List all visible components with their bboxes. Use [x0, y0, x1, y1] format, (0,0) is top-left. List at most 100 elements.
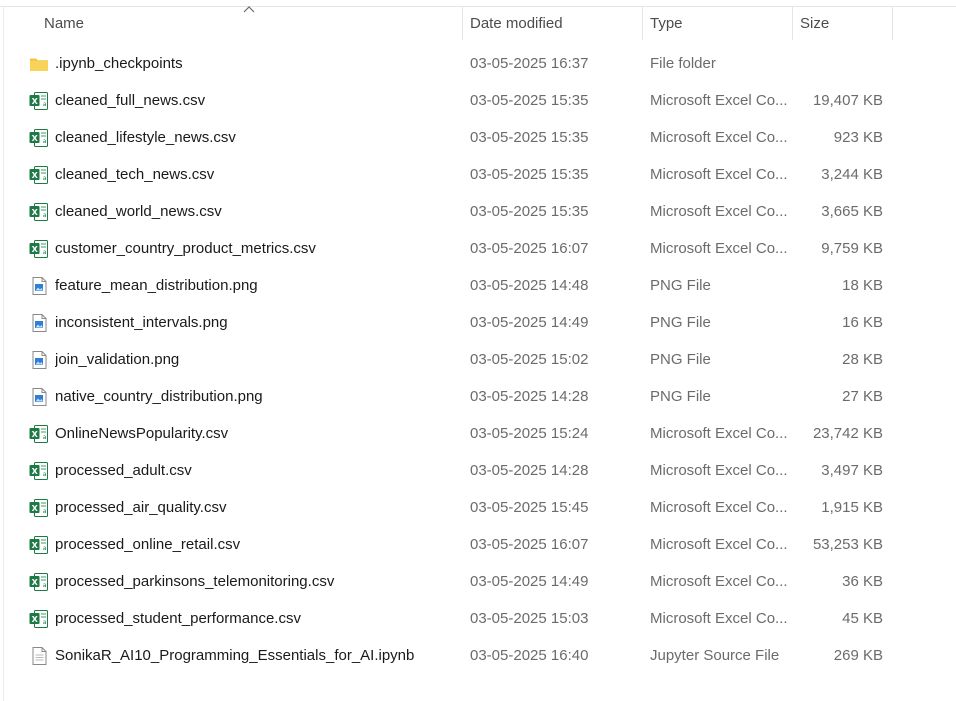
- file-date-modified: 03-05-2025 16:07: [470, 536, 589, 553]
- file-size: 45 KB: [842, 610, 883, 627]
- svg-text:X: X: [32, 134, 39, 143]
- svg-text:a: a: [43, 434, 47, 441]
- file-size: 923 KB: [833, 129, 883, 146]
- file-type: File folder: [650, 55, 716, 72]
- file-size: [795, 45, 883, 82]
- file-size: 28 KB: [842, 351, 883, 368]
- file-name: processed_student_performance.csv: [55, 610, 301, 627]
- file-type: Microsoft Excel Co...: [650, 129, 788, 146]
- file-type: Microsoft Excel Co...: [650, 203, 788, 220]
- file-date-modified: 03-05-2025 15:03: [470, 610, 589, 627]
- column-header-name[interactable]: Name: [37, 7, 463, 40]
- file-size: 53,253 KB: [812, 536, 883, 553]
- file-row[interactable]: a Xcleaned_tech_news.csv 03-05-2025 15:35 M…: [0, 156, 956, 193]
- file-row[interactable]: a X processed_parkinsons_telemonitoring.cs…: [0, 563, 956, 600]
- file-name: processed_online_retail.csv: [55, 536, 241, 553]
- svg-text:X: X: [32, 208, 39, 217]
- file-row[interactable]: SonikaR_AI10_Programming_Essentials_for_…: [0, 637, 956, 674]
- svg-text:X: X: [32, 97, 39, 106]
- svg-text:X: X: [32, 504, 39, 513]
- column-header-type[interactable]: Type: [643, 7, 793, 40]
- file-type: Microsoft Excel Co...: [650, 573, 788, 590]
- column-header-bar: Name Date modified Type Size: [0, 6, 956, 40]
- file-row[interactable]: inconsistent_intervals.png 03-05-2025 14:…: [0, 304, 956, 341]
- file-list: .ipynb_checkpoints 03-05-2025 16:37 File f…: [0, 45, 956, 674]
- file-size: 27 KB: [842, 388, 883, 405]
- file-name: native_country_distribution.png: [55, 388, 263, 405]
- document-icon: [29, 646, 49, 666]
- file-name: customer_country_product_metrics.csv: [55, 240, 316, 257]
- file-date-modified: 03-05-2025 16:07: [470, 240, 589, 257]
- file-size: 269 KB: [833, 647, 883, 664]
- file-size: 1,915 KB: [821, 499, 883, 516]
- excel-icon: aX: [29, 165, 49, 185]
- excel-icon: aX: [29, 609, 49, 629]
- excel-icon: aX: [29, 535, 49, 555]
- file-name: cleaned_tech_news.csv: [55, 166, 215, 183]
- folder-icon: [29, 54, 49, 74]
- svg-text:a: a: [43, 471, 47, 478]
- file-row[interactable]: a Xprocessed_adult.csv 03-05-2025 14:28 Mic…: [0, 452, 956, 489]
- file-name: processed_parkinsons_telemonitoring.csv: [55, 573, 335, 590]
- column-header-date-modified[interactable]: Date modified: [463, 7, 643, 40]
- file-type: Microsoft Excel Co...: [650, 425, 788, 442]
- svg-text:X: X: [32, 615, 39, 624]
- svg-text:a: a: [43, 582, 47, 589]
- file-type: Microsoft Excel Co...: [650, 610, 788, 627]
- file-row[interactable]: a Xprocessed_student_performance.csv 03-05…: [0, 600, 956, 637]
- file-row[interactable]: a Xcleaned_lifestyle_news.csv 03-05-2025 1…: [0, 119, 956, 156]
- file-date-modified: 03-05-2025 14:49: [470, 314, 589, 331]
- file-type: Microsoft Excel Co...: [650, 536, 788, 553]
- file-row[interactable]: a X OnlineNewsPopularity.csv 03-05-2025 15:…: [0, 415, 956, 452]
- excel-icon: aX: [29, 572, 49, 592]
- file-row[interactable]: native_country_distribution.png 03-05-202…: [0, 378, 956, 415]
- file-date-modified: 03-05-2025 14:28: [470, 462, 589, 479]
- file-date-modified: 03-05-2025 14:48: [470, 277, 589, 294]
- file-row[interactable]: feature_mean_distribution.png 03-05-2025 …: [0, 267, 956, 304]
- file-row[interactable]: a Xcleaned_world_news.csv 03-05-2025 15:35…: [0, 193, 956, 230]
- file-row[interactable]: a Xcleaned_full_news.csv 03-05-2025 15:35 M…: [0, 82, 956, 119]
- file-row[interactable]: a Xcustomer_country_product_metrics.csv 03…: [0, 230, 956, 267]
- file-size: 16 KB: [842, 314, 883, 331]
- file-type: Microsoft Excel Co...: [650, 462, 788, 479]
- file-size: 9,759 KB: [821, 240, 883, 257]
- excel-icon: aX: [29, 461, 49, 481]
- file-date-modified: 03-05-2025 15:35: [470, 92, 589, 109]
- file-type: Jupyter Source File: [650, 647, 780, 664]
- file-type: PNG File: [650, 388, 711, 405]
- file-name: SonikaR_AI10_Programming_Essentials_for_…: [55, 647, 415, 664]
- image-icon: [29, 387, 49, 407]
- column-header-size[interactable]: Size: [793, 7, 893, 40]
- file-row[interactable]: .ipynb_checkpoints 03-05-2025 16:37 File f…: [0, 45, 956, 82]
- excel-icon: aX: [29, 128, 49, 148]
- file-row[interactable]: a X processed_online_retail.csv 03-05-2025 …: [0, 526, 956, 563]
- excel-icon: aX: [29, 424, 49, 444]
- svg-text:X: X: [32, 467, 39, 476]
- file-name: cleaned_lifestyle_news.csv: [55, 129, 236, 146]
- file-size: 18 KB: [842, 277, 883, 294]
- svg-text:a: a: [43, 249, 47, 256]
- file-date-modified: 03-05-2025 14:28: [470, 388, 589, 405]
- file-date-modified: 03-05-2025 15:35: [470, 166, 589, 183]
- image-icon: [29, 313, 49, 333]
- svg-text:a: a: [43, 619, 47, 626]
- file-size: 3,244 KB: [821, 166, 883, 183]
- file-date-modified: 03-05-2025 16:40: [470, 647, 589, 664]
- file-size: 3,497 KB: [821, 462, 883, 479]
- file-row[interactable]: a Xprocessed_air_quality.csv 03-05-2025 15…: [0, 489, 956, 526]
- file-date-modified: 03-05-2025 15:24: [470, 425, 589, 442]
- file-date-modified: 03-05-2025 14:49: [470, 573, 589, 590]
- file-type: Microsoft Excel Co...: [650, 499, 788, 516]
- file-type: PNG File: [650, 277, 711, 294]
- svg-text:X: X: [32, 430, 39, 439]
- file-row[interactable]: join_validation.png 03-05-2025 15:02 PNG F…: [0, 341, 956, 378]
- excel-icon: aX: [29, 239, 49, 259]
- svg-text:a: a: [43, 545, 47, 552]
- file-name: OnlineNewsPopularity.csv: [55, 425, 229, 442]
- file-name: cleaned_world_news.csv: [55, 203, 222, 220]
- file-size: 36 KB: [842, 573, 883, 590]
- file-size: 19,407 KB: [812, 92, 883, 109]
- file-date-modified: 03-05-2025 15:35: [470, 203, 589, 220]
- svg-text:X: X: [32, 245, 39, 254]
- excel-icon: aX: [29, 91, 49, 111]
